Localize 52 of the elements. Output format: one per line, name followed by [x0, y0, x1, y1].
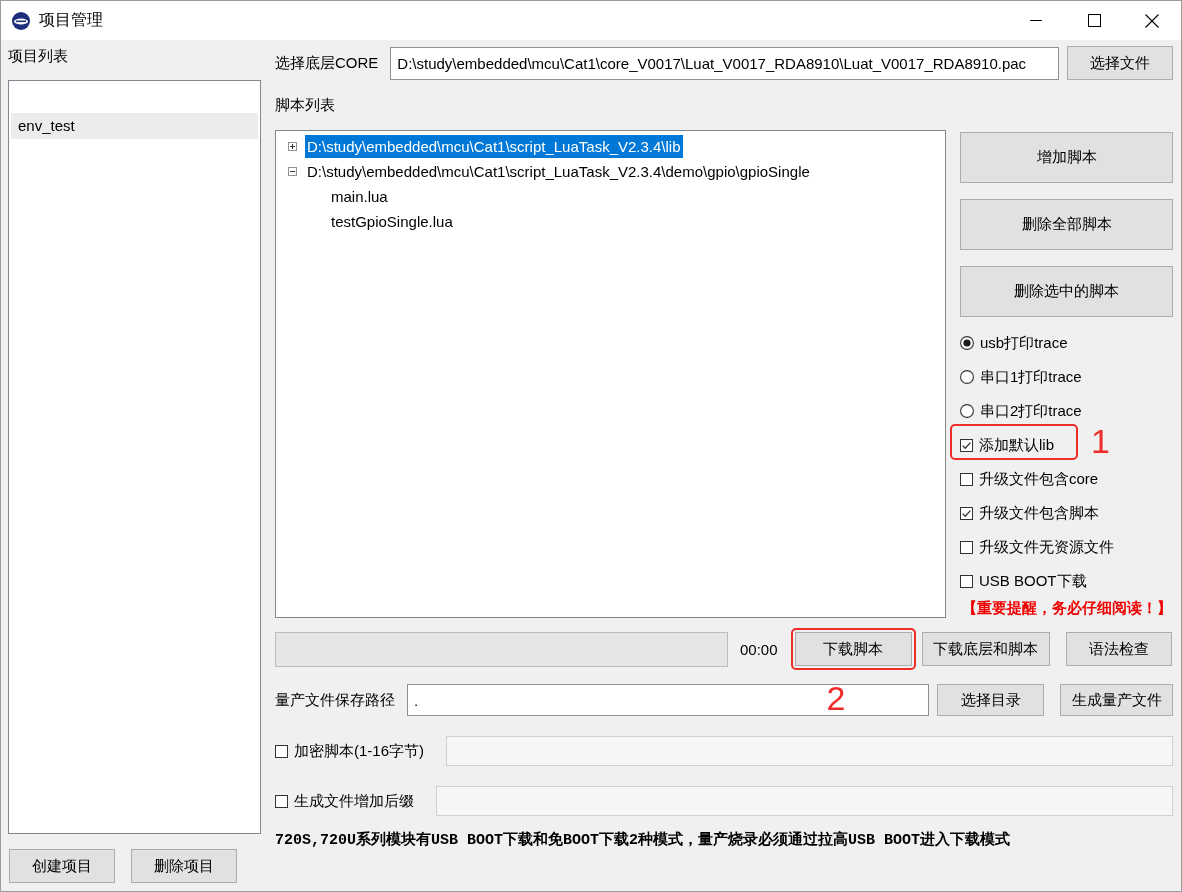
- logo-icon: [12, 11, 30, 30]
- radio-option[interactable]: usb打印trace: [960, 333, 1068, 353]
- checkbox-icon[interactable]: [960, 438, 973, 452]
- radio-icon[interactable]: [960, 336, 974, 350]
- output-action-button[interactable]: 生成量产文件: [1060, 684, 1173, 716]
- choose-file-button[interactable]: 选择文件: [1067, 46, 1173, 80]
- callout-number: 2: [826, 681, 846, 715]
- project-item[interactable]: env_test: [11, 113, 258, 139]
- notice-text: 【重要提醒，务必仔细阅读！】: [962, 598, 1172, 618]
- checkbox-icon[interactable]: [960, 574, 973, 588]
- elapsed-time: 00:00: [740, 640, 778, 658]
- checkbox-icon[interactable]: [275, 794, 288, 808]
- script-action-button[interactable]: 删除全部脚本: [960, 199, 1173, 250]
- tree-item[interactable]: D:\study\embedded\mcu\Cat1\script_LuaTask_V2.3.4\demo\gpio\gpioSingle: [305, 160, 812, 183]
- checkbox-option[interactable]: 升级文件包含core: [960, 469, 1099, 489]
- output-action-button[interactable]: 选择目录: [937, 684, 1044, 716]
- checkbox-icon[interactable]: [960, 506, 973, 520]
- checkbox-option[interactable]: 生成文件增加后缀: [275, 791, 414, 811]
- core-path-field[interactable]: D:\study\embedded\mcu\Cat1\core_V0017\Luat_V0017_RDA8910\Luat_V0017_RDA8910.pac: [390, 46, 1059, 80]
- core-label: 选择底层CORE: [275, 53, 379, 73]
- download-action-button[interactable]: 下载底层和脚本: [921, 632, 1050, 666]
- close-icon[interactable]: [1145, 13, 1159, 28]
- tree-item[interactable]: testGpioSingle.lua: [329, 210, 455, 233]
- radio-icon[interactable]: [960, 370, 974, 384]
- radio-option[interactable]: 串口1打印trace: [960, 367, 1082, 387]
- checkbox-icon[interactable]: [960, 472, 973, 486]
- output-path-label: 量产文件保存路径: [275, 690, 395, 710]
- project-action-button[interactable]: 删除项目: [131, 849, 237, 883]
- checkbox-icon[interactable]: [275, 744, 288, 758]
- plus-box-icon[interactable]: [288, 142, 297, 151]
- usb-boot-note: 720S,720U系列模块有USB BOOT下载和免BOOT下载2种模式，量产烧录必须通过拉高USB BOOT进入下载模式: [275, 832, 1011, 850]
- download-action-button[interactable]: 语法检查: [1065, 632, 1172, 666]
- checkbox-icon[interactable]: [960, 540, 973, 554]
- tree-item[interactable]: D:\study\embedded\mcu\Cat1\script_LuaTask_V2.3.4\lib: [305, 135, 683, 158]
- maximize-icon[interactable]: [1087, 14, 1101, 27]
- download-action-button[interactable]: 下载脚本: [794, 632, 912, 666]
- checkbox-option[interactable]: USB BOOT下载: [960, 571, 1087, 591]
- tree-item[interactable]: main.lua: [329, 185, 390, 208]
- checkbox-option[interactable]: 加密脚本(1-16字节): [275, 741, 424, 761]
- radio-option[interactable]: 串口2打印trace: [960, 401, 1082, 421]
- window-title: 项目管理: [39, 10, 103, 30]
- script-action-button[interactable]: 增加脚本: [960, 132, 1173, 183]
- script-action-button[interactable]: 删除选中的脚本: [960, 266, 1173, 317]
- checkbox-option[interactable]: 升级文件无资源文件: [960, 537, 1114, 557]
- script-list-label: 脚本列表: [275, 95, 335, 115]
- checkbox-option[interactable]: 升级文件包含脚本: [960, 503, 1099, 523]
- checkbox-option[interactable]: 添加默认lib: [960, 435, 1054, 455]
- callout-number: 1: [1091, 424, 1110, 458]
- radio-icon[interactable]: [960, 404, 974, 418]
- panel-label: 项目列表: [8, 46, 68, 66]
- project-action-button[interactable]: 创建项目: [9, 849, 115, 883]
- minus-box-icon[interactable]: [288, 167, 297, 176]
